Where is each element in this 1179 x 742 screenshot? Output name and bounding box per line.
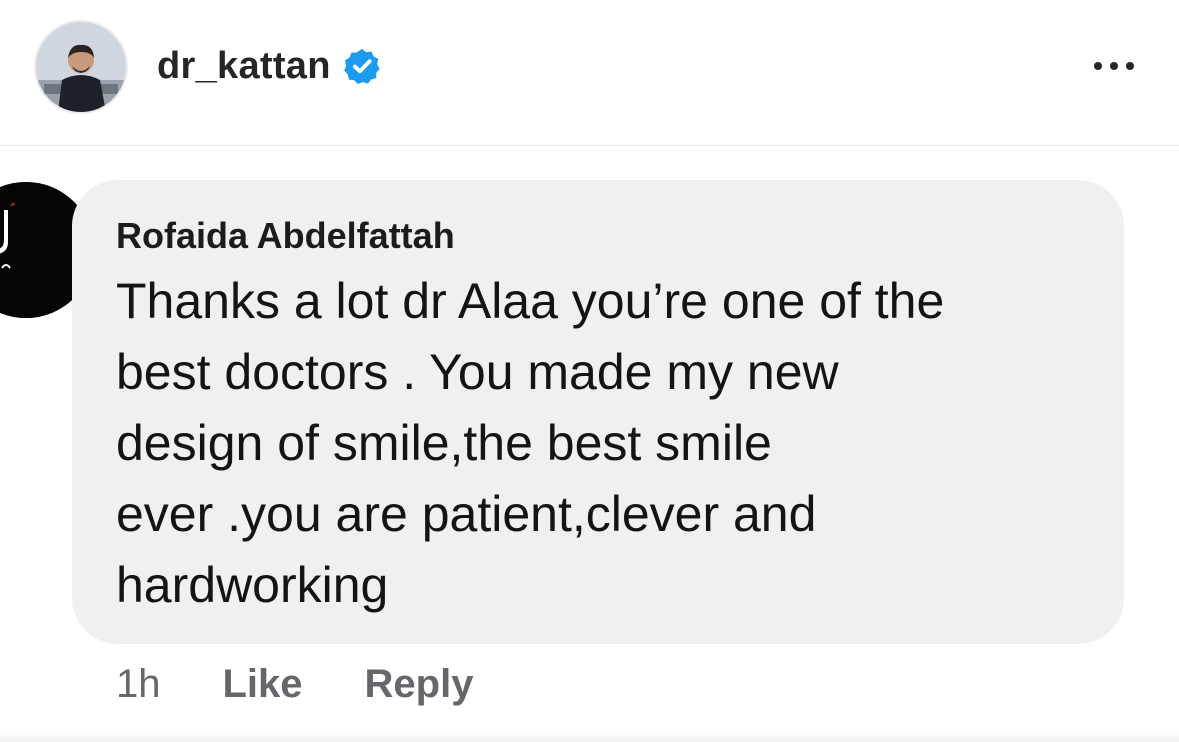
comment-text-line: hardworking	[116, 557, 389, 613]
comment-author[interactable]: Rofaida Abdelfattah	[116, 214, 455, 258]
more-dot-icon	[1126, 62, 1134, 70]
reply-button[interactable]: Reply	[365, 662, 474, 707]
more-dot-icon	[1094, 62, 1102, 70]
profile-photo-icon	[36, 22, 126, 112]
more-dot-icon	[1110, 62, 1118, 70]
comment-actions: 1h Like Reply	[116, 656, 473, 712]
comment-text-line: Thanks a lot dr Alaa you’re one of the	[116, 273, 945, 329]
username-row: dr_kattan	[157, 40, 381, 92]
comment-bubble: Rofaida Abdelfattah Thanks a lot dr Alaa…	[72, 180, 1124, 644]
more-options-button[interactable]	[1082, 48, 1146, 84]
comment-text-line: design of smile,the best smile	[116, 415, 772, 471]
bottom-divider	[0, 732, 1179, 742]
comment-text: Thanks a lot dr Alaa you’re one of the b…	[116, 266, 1106, 621]
username[interactable]: dr_kattan	[157, 45, 331, 88]
comment-text-line: best doctors . You made my new	[116, 344, 839, 400]
comment-text-line: ever .you are patient,clever and	[116, 486, 817, 542]
post-comments-view: dr_kattan Rofaida Abdelfattah Thanks a l…	[0, 0, 1179, 742]
like-button[interactable]: Like	[223, 662, 303, 707]
comment-timestamp: 1h	[116, 661, 161, 706]
post-header: dr_kattan	[0, 0, 1179, 146]
verified-badge-icon	[343, 47, 381, 85]
profile-avatar[interactable]	[34, 20, 128, 114]
